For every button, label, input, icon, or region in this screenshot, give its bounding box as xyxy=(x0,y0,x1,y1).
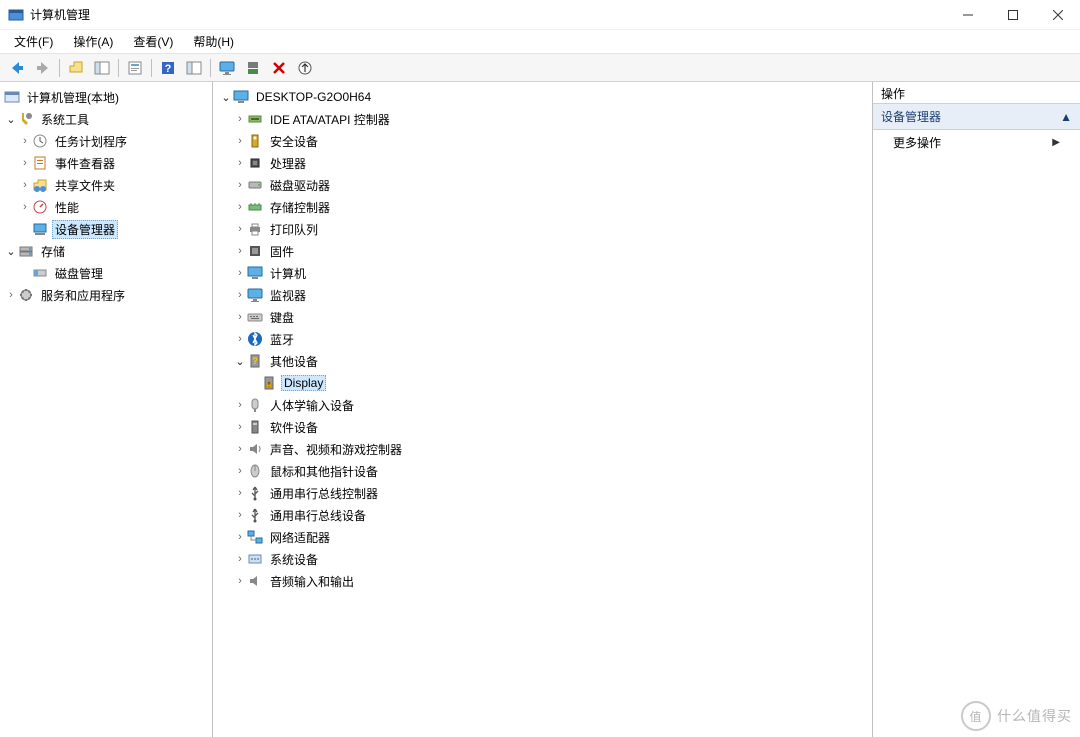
menubar: 文件(F) 操作(A) 查看(V) 帮助(H) xyxy=(0,30,1080,54)
device-category[interactable]: ›监视器 xyxy=(219,284,872,306)
device-category[interactable]: ›打印队列 xyxy=(219,218,872,240)
actions-pane: 操作 设备管理器 ▲ 更多操作 ▶ xyxy=(873,82,1080,737)
action-pane-button[interactable] xyxy=(182,57,206,79)
device-category[interactable]: ›声音、视频和游戏控制器 xyxy=(219,438,872,460)
device-category[interactable]: ›存储控制器 xyxy=(219,196,872,218)
device-category[interactable]: ›鼠标和其他指针设备 xyxy=(219,460,872,482)
window-title: 计算机管理 xyxy=(30,6,90,23)
device-category[interactable]: ›系统设备 xyxy=(219,548,872,570)
device-root[interactable]: ⌄ DESKTOP-G2O0H64 xyxy=(219,86,872,108)
device-category[interactable]: ›网络适配器 xyxy=(219,526,872,548)
menu-file[interactable]: 文件(F) xyxy=(4,30,63,53)
device-category[interactable]: ›软件设备 xyxy=(219,416,872,438)
properties-button[interactable] xyxy=(123,57,147,79)
tree-disk-management[interactable]: 磁盘管理 xyxy=(4,262,212,284)
device-item[interactable]: Display xyxy=(219,372,872,394)
help-button[interactable] xyxy=(156,57,180,79)
menu-view[interactable]: 查看(V) xyxy=(123,30,183,53)
update-driver-button[interactable] xyxy=(293,57,317,79)
nav-back-button[interactable] xyxy=(5,57,29,79)
toolbar xyxy=(0,54,1080,82)
warning-icon xyxy=(261,375,277,391)
device-category[interactable]: ›蓝牙 xyxy=(219,328,872,350)
speaker-icon xyxy=(247,573,263,589)
device-category[interactable]: ›键盘 xyxy=(219,306,872,328)
up-button[interactable] xyxy=(64,57,88,79)
device-category[interactable]: ›安全设备 xyxy=(219,130,872,152)
menu-help[interactable]: 帮助(H) xyxy=(183,30,244,53)
menu-action[interactable]: 操作(A) xyxy=(63,30,123,53)
device-category[interactable]: ›通用串行总线控制器 xyxy=(219,482,872,504)
device-manager-tree: ⌄ DESKTOP-G2O0H64 ›IDE ATA/ATAPI 控制器›安全设… xyxy=(213,82,873,737)
device-category[interactable]: ›音频输入和输出 xyxy=(219,570,872,592)
device-category[interactable]: ›IDE ATA/ATAPI 控制器 xyxy=(219,108,872,130)
nav-forward-button[interactable] xyxy=(31,57,55,79)
actions-header: 操作 xyxy=(873,82,1080,104)
device-category[interactable]: ›处理器 xyxy=(219,152,872,174)
chevron-right-icon: ▶ xyxy=(1052,137,1060,148)
device-category[interactable]: ⌄其他设备 xyxy=(219,350,872,372)
close-button[interactable] xyxy=(1035,0,1080,30)
console-tree: 计算机管理(本地) ⌄ 系统工具 › 任务计划程序 › 事件查看器 › 共享文件… xyxy=(0,82,213,737)
actions-category[interactable]: 设备管理器 ▲ xyxy=(873,104,1080,130)
enable-device-button[interactable] xyxy=(241,57,265,79)
app-icon xyxy=(8,7,24,23)
maximize-button[interactable] xyxy=(990,0,1035,30)
show-hide-tree-button[interactable] xyxy=(90,57,114,79)
device-category[interactable]: ›固件 xyxy=(219,240,872,262)
device-category[interactable]: ›人体学输入设备 xyxy=(219,394,872,416)
actions-more[interactable]: 更多操作 ▶ xyxy=(873,130,1080,155)
device-category[interactable]: ›计算机 xyxy=(219,262,872,284)
minimize-button[interactable] xyxy=(945,0,990,30)
scan-hardware-button[interactable] xyxy=(215,57,239,79)
titlebar: 计算机管理 xyxy=(0,0,1080,30)
collapse-icon: ▲ xyxy=(1060,110,1072,124)
device-category[interactable]: ›磁盘驱动器 xyxy=(219,174,872,196)
uninstall-device-button[interactable] xyxy=(267,57,291,79)
device-category[interactable]: ›通用串行总线设备 xyxy=(219,504,872,526)
